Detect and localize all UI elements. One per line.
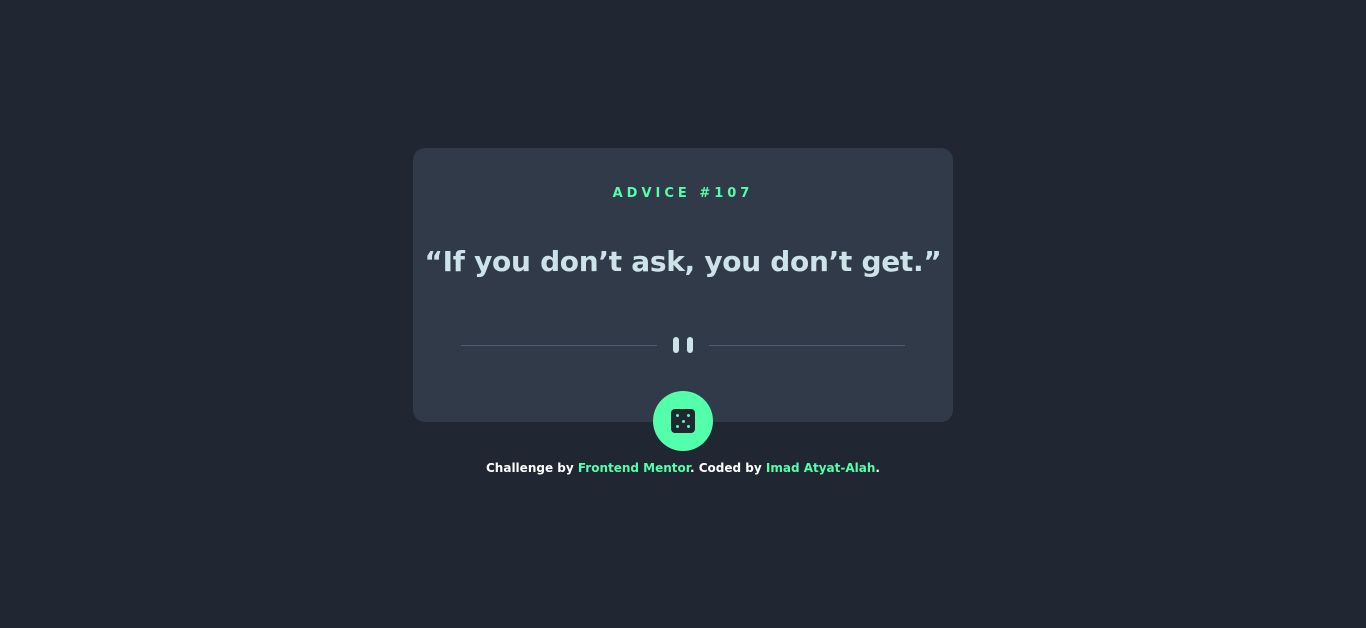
advice-quote: “If you don’t ask, you don’t get.” xyxy=(424,245,942,278)
divider-line-left xyxy=(461,345,657,346)
attribution-middle: . Coded by xyxy=(690,461,766,475)
advice-card: ADVICE #107 “If you don’t ask, you don’t… xyxy=(413,148,953,422)
generate-advice-button[interactable] xyxy=(653,391,713,451)
divider-line-right xyxy=(709,345,905,346)
author-link[interactable]: Imad Atyat-Alah xyxy=(766,461,876,475)
attribution: Challenge by Frontend Mentor. Coded by I… xyxy=(0,460,1366,476)
pause-bar-right xyxy=(687,337,693,353)
pause-icon xyxy=(673,337,693,353)
page: ADVICE #107 “If you don’t ask, you don’t… xyxy=(0,0,1366,628)
attribution-suffix: . xyxy=(875,461,880,475)
pause-bar-left xyxy=(673,337,679,353)
attribution-prefix: Challenge by xyxy=(486,461,578,475)
divider xyxy=(461,336,905,354)
frontend-mentor-link[interactable]: Frontend Mentor xyxy=(578,461,690,475)
advice-number: ADVICE #107 xyxy=(612,186,754,201)
dice-icon xyxy=(671,409,695,433)
